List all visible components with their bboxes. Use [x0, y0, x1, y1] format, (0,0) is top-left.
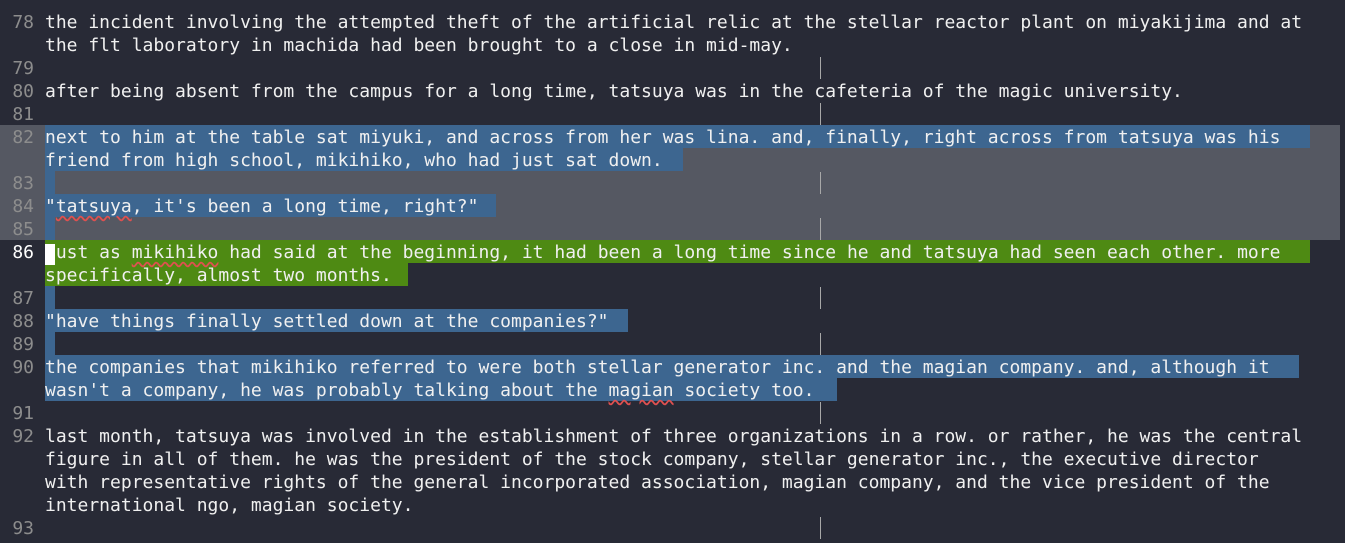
line-number: 85	[12, 219, 34, 240]
editor-row[interactable]: with representative rights of the genera…	[0, 471, 1345, 494]
line-text[interactable]: last month, tatsuya was involved in the …	[45, 425, 1302, 448]
editor-row[interactable]: 84 "tatsuya, it's been a long time, right…	[0, 195, 1345, 218]
line-text[interactable]: the incident involving the attempted the…	[45, 11, 1302, 34]
line-number: 89	[12, 334, 34, 355]
column-ruler	[820, 103, 821, 125]
column-ruler	[820, 218, 821, 240]
line-text[interactable]: friend from high school, mikihiko, who h…	[45, 149, 663, 172]
editor-row[interactable]: 92 last month, tatsuya was involved in th…	[0, 425, 1345, 448]
line-number: 79	[12, 58, 34, 79]
editor-row[interactable]: 79	[0, 57, 1345, 80]
line-text[interactable]: specifically, almost two months.	[45, 264, 392, 287]
editor-row[interactable]: international ngo, magian society.	[0, 494, 1345, 517]
editor-row[interactable]: wasn't a company, he was probably talkin…	[0, 379, 1345, 402]
line-number: 84	[12, 196, 34, 217]
column-ruler	[820, 172, 821, 194]
column-ruler	[820, 517, 821, 539]
line-number: 83	[12, 173, 34, 194]
line-number: 80	[12, 81, 34, 102]
editor-row[interactable]: 80 after being absent from the campus for…	[0, 80, 1345, 103]
editor-row[interactable]: 93	[0, 517, 1345, 540]
line-text[interactable]: international ngo, magian society.	[45, 494, 413, 517]
line-text[interactable]: figure in all of them. he was the presid…	[45, 448, 1259, 471]
line-number: 92	[12, 426, 34, 447]
column-ruler	[820, 333, 821, 355]
editor-row[interactable]: 88 "have things finally settled down at t…	[0, 310, 1345, 333]
line-text[interactable]: with representative rights of the genera…	[45, 471, 1270, 494]
line-number: 81	[12, 104, 34, 125]
editor-row[interactable]: friend from high school, mikihiko, who h…	[0, 149, 1345, 172]
column-ruler	[820, 57, 821, 79]
line-number: 86	[12, 242, 34, 263]
editor-row[interactable]: the flt laboratory in machida had been b…	[0, 34, 1345, 57]
line-text[interactable]: just as mikihiko had said at the beginni…	[45, 241, 1280, 264]
line-number: 90	[12, 357, 34, 378]
line-text[interactable]: after being absent from the campus for a…	[45, 80, 1183, 103]
column-ruler	[820, 287, 821, 309]
editor-row[interactable]: figure in all of them. he was the presid…	[0, 448, 1345, 471]
editor-row[interactable]: 83	[0, 172, 1345, 195]
line-text[interactable]: wasn't a company, he was probably talkin…	[45, 379, 814, 402]
text-cursor	[45, 244, 55, 265]
line-number: 91	[12, 403, 34, 424]
editor-row[interactable]: 85	[0, 218, 1345, 241]
line-number: 87	[12, 288, 34, 309]
line-text[interactable]: the companies that mikihiko referred to …	[45, 356, 1270, 379]
column-ruler	[820, 402, 821, 424]
line-text[interactable]: "have things finally settled down at the…	[45, 310, 609, 333]
editor-row[interactable]: 86 just as mikihiko had said at the begin…	[0, 241, 1345, 264]
editor-row[interactable]: 87	[0, 287, 1345, 310]
text-editor[interactable]: 78 the incident involving the attempted t…	[0, 0, 1345, 543]
editor-row[interactable]: 89	[0, 333, 1345, 356]
line-number: 82	[12, 127, 34, 148]
line-number: 93	[12, 518, 34, 539]
editor-row[interactable]: 91	[0, 402, 1345, 425]
editor-row[interactable]: specifically, almost two months.	[0, 264, 1345, 287]
line-text[interactable]: next to him at the table sat miyuki, and…	[45, 126, 1280, 149]
line-number: 88	[12, 311, 34, 332]
editor-row[interactable]: 90 the companies that mikihiko referred t…	[0, 356, 1345, 379]
line-text[interactable]: "tatsuya, it's been a long time, right?"	[45, 195, 478, 218]
editor-row[interactable]: 82 next to him at the table sat miyuki, a…	[0, 126, 1345, 149]
line-number: 78	[12, 12, 34, 33]
editor-row[interactable]: 78 the incident involving the attempted t…	[0, 11, 1345, 34]
editor-row[interactable]: 81	[0, 103, 1345, 126]
line-text[interactable]: the flt laboratory in machida had been b…	[45, 34, 793, 57]
